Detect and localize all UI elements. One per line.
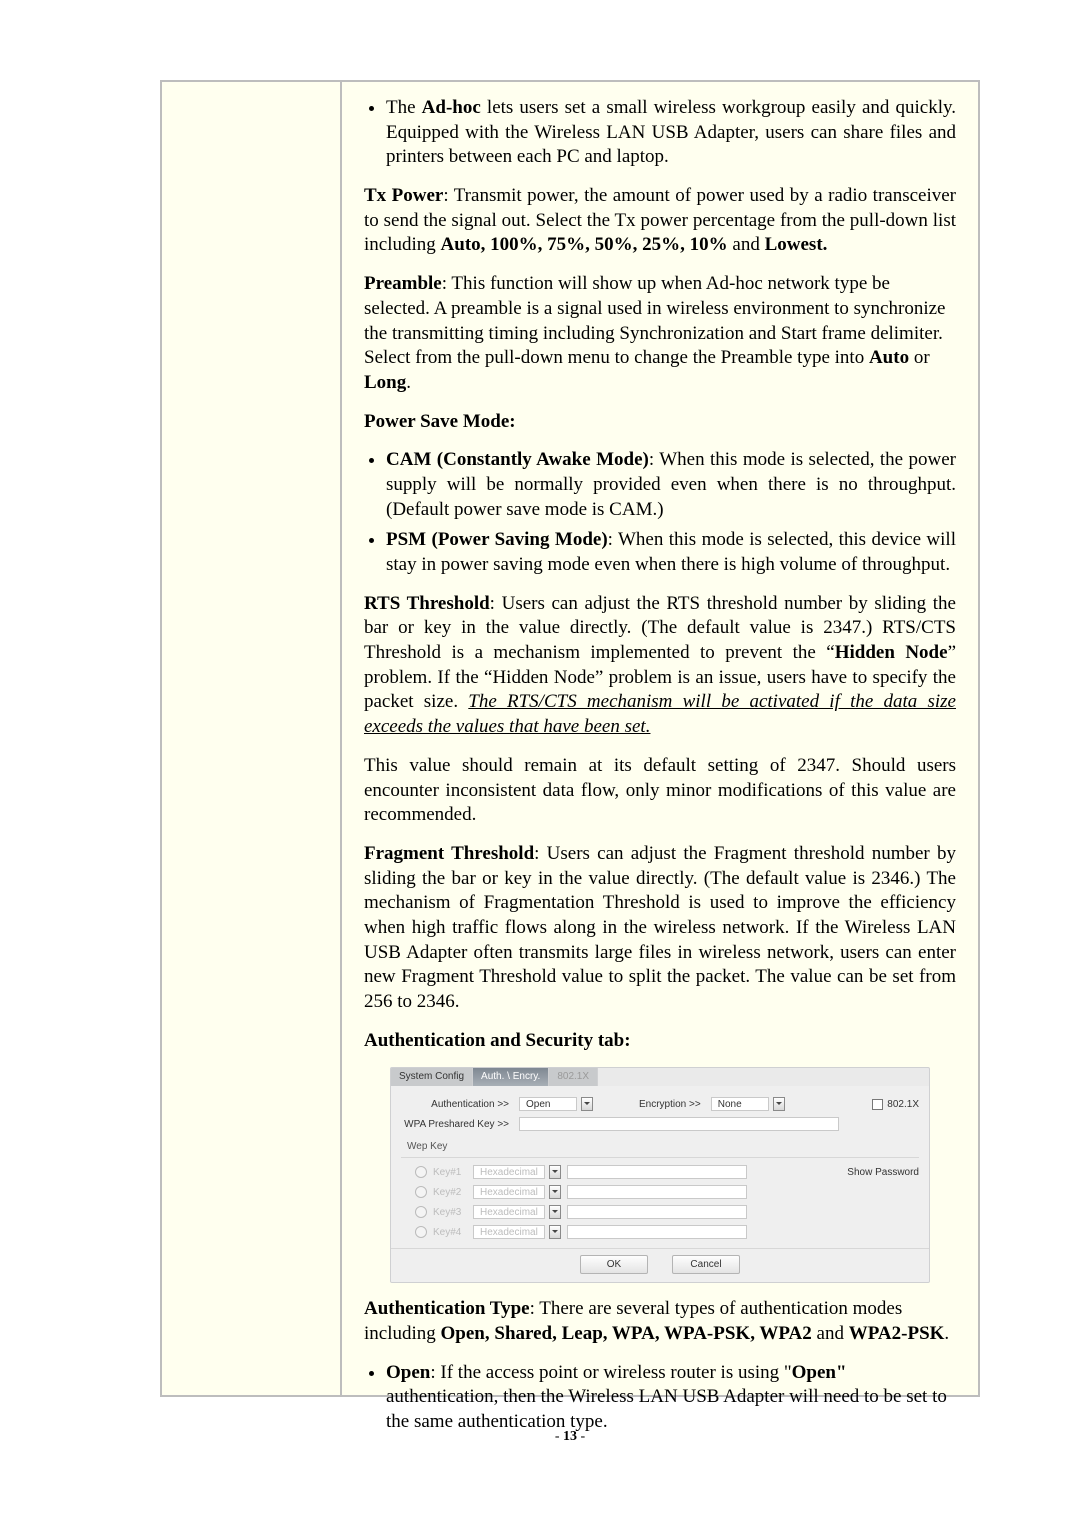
left-column <box>162 82 342 1395</box>
auth-security-heading: Authentication and Security tab: <box>364 1029 956 1054</box>
tab-8021x[interactable]: 802.1X <box>549 1068 598 1086</box>
power-save-mode-heading: Power Save Mode: <box>364 410 956 435</box>
wep-key-radio-2[interactable] <box>415 1186 427 1198</box>
footer-dash-right: - <box>581 1429 586 1444</box>
preamble-paragraph: Preamble: This function will show up whe… <box>364 272 956 395</box>
right-column: The Ad-hoc lets users set a small wirele… <box>342 82 978 1395</box>
wep-key-input-3[interactable] <box>567 1205 747 1219</box>
chevron-down-icon[interactable] <box>581 1097 593 1111</box>
page-sheet: The Ad-hoc lets users set a small wirele… <box>160 80 980 1467</box>
wpa-row: WPA Preshared Key >> <box>401 1114 919 1134</box>
auth-label: Authentication >> <box>401 1098 513 1111</box>
wep-key-label-4: Key#4 <box>433 1226 467 1239</box>
wep-key-radio-3[interactable] <box>415 1206 427 1218</box>
ok-button[interactable]: OK <box>580 1255 648 1274</box>
dot1x-checkbox[interactable]: 802.1X <box>872 1098 919 1111</box>
psm-psm-item: PSM (Power Saving Mode): When this mode … <box>386 528 956 577</box>
txpower-paragraph: Tx Power: Transmit power, the amount of … <box>364 184 956 258</box>
wep-group-title: Wep Key <box>407 1140 919 1153</box>
dialog-body: Authentication >> Open Encryption >> Non… <box>391 1086 929 1248</box>
wep-key-label-2: Key#2 <box>433 1186 467 1199</box>
wep-key-row-2: Key#2 Hexadecimal <box>401 1182 919 1202</box>
wep-key-mode-2[interactable]: Hexadecimal <box>473 1185 561 1199</box>
wep-key-label-3: Key#3 <box>433 1206 467 1219</box>
page-footer: - 13 - <box>160 1429 980 1445</box>
wep-key-group: Key#1 Hexadecimal Show Password <box>401 1157 919 1242</box>
adhoc-list: The Ad-hoc lets users set a small wirele… <box>364 96 956 170</box>
wep-key-row-4: Key#4 Hexadecimal <box>401 1222 919 1242</box>
adhoc-item: The Ad-hoc lets users set a small wirele… <box>386 96 956 170</box>
dot1x-checkbox-label: 802.1X <box>887 1098 919 1111</box>
wpa-key-input[interactable] <box>519 1117 839 1131</box>
page-number: 13 <box>563 1429 577 1444</box>
ui-screenshot-wrap: System Config Auth. \ Encry. 802.1X Auth… <box>364 1067 956 1283</box>
checkbox-box <box>872 1099 883 1110</box>
wpa-label: WPA Preshared Key >> <box>401 1118 513 1131</box>
wep-key-mode-value-1: Hexadecimal <box>473 1165 545 1179</box>
encryption-select[interactable]: None <box>711 1097 785 1111</box>
encryption-select-value: None <box>711 1097 769 1111</box>
encryption-label: Encryption >> <box>639 1098 705 1111</box>
auth-select-value: Open <box>519 1097 577 1111</box>
wep-key-row-1: Key#1 Hexadecimal Show Password <box>401 1162 919 1182</box>
wep-key-label-1: Key#1 <box>433 1166 467 1179</box>
chevron-down-icon[interactable] <box>549 1205 561 1219</box>
wep-key-mode-4[interactable]: Hexadecimal <box>473 1225 561 1239</box>
wep-key-mode-1[interactable]: Hexadecimal <box>473 1165 561 1179</box>
wep-key-mode-3[interactable]: Hexadecimal <box>473 1205 561 1219</box>
auth-select[interactable]: Open <box>519 1097 593 1111</box>
chevron-down-icon[interactable] <box>549 1225 561 1239</box>
auth-type-paragraph: Authentication Type: There are several t… <box>364 1297 956 1346</box>
wep-key-radio-4[interactable] <box>415 1226 427 1238</box>
dialog-tabs: System Config Auth. \ Encry. 802.1X <box>391 1068 929 1086</box>
auth-row: Authentication >> Open Encryption >> Non… <box>401 1094 919 1114</box>
wep-key-input-1[interactable] <box>567 1165 747 1179</box>
psm-list: CAM (Constantly Awake Mode): When this m… <box>364 448 956 577</box>
show-password-label: Show Password <box>847 1166 919 1179</box>
show-password-checkbox[interactable]: Show Password <box>843 1166 919 1179</box>
wep-key-row-3: Key#3 Hexadecimal <box>401 1202 919 1222</box>
dialog-buttons: OK Cancel <box>391 1248 929 1282</box>
wep-key-input-4[interactable] <box>567 1225 747 1239</box>
wep-key-mode-value-4: Hexadecimal <box>473 1225 545 1239</box>
chevron-down-icon[interactable] <box>549 1185 561 1199</box>
cancel-button[interactable]: Cancel <box>672 1255 740 1274</box>
psm-cam-item: CAM (Constantly Awake Mode): When this m… <box>386 448 956 522</box>
footer-dash-left: - <box>555 1429 563 1444</box>
auth-open-list: Open: If the access point or wireless ro… <box>364 1361 956 1435</box>
wep-key-input-2[interactable] <box>567 1185 747 1199</box>
wep-key-radio-1[interactable] <box>415 1166 427 1178</box>
tab-auth-encry[interactable]: Auth. \ Encry. <box>473 1068 549 1086</box>
rts-paragraph-1: RTS Threshold: Users can adjust the RTS … <box>364 592 956 740</box>
rts-paragraph-2: This value should remain at its default … <box>364 754 956 828</box>
fragment-paragraph: Fragment Threshold: Users can adjust the… <box>364 842 956 1015</box>
auth-open-item: Open: If the access point or wireless ro… <box>386 1361 956 1435</box>
wep-key-mode-value-3: Hexadecimal <box>473 1205 545 1219</box>
auth-security-dialog: System Config Auth. \ Encry. 802.1X Auth… <box>390 1067 930 1283</box>
chevron-down-icon[interactable] <box>549 1165 561 1179</box>
wep-key-mode-value-2: Hexadecimal <box>473 1185 545 1199</box>
chevron-down-icon[interactable] <box>773 1097 785 1111</box>
content-table: The Ad-hoc lets users set a small wirele… <box>160 80 980 1397</box>
tab-system-config[interactable]: System Config <box>391 1068 473 1086</box>
